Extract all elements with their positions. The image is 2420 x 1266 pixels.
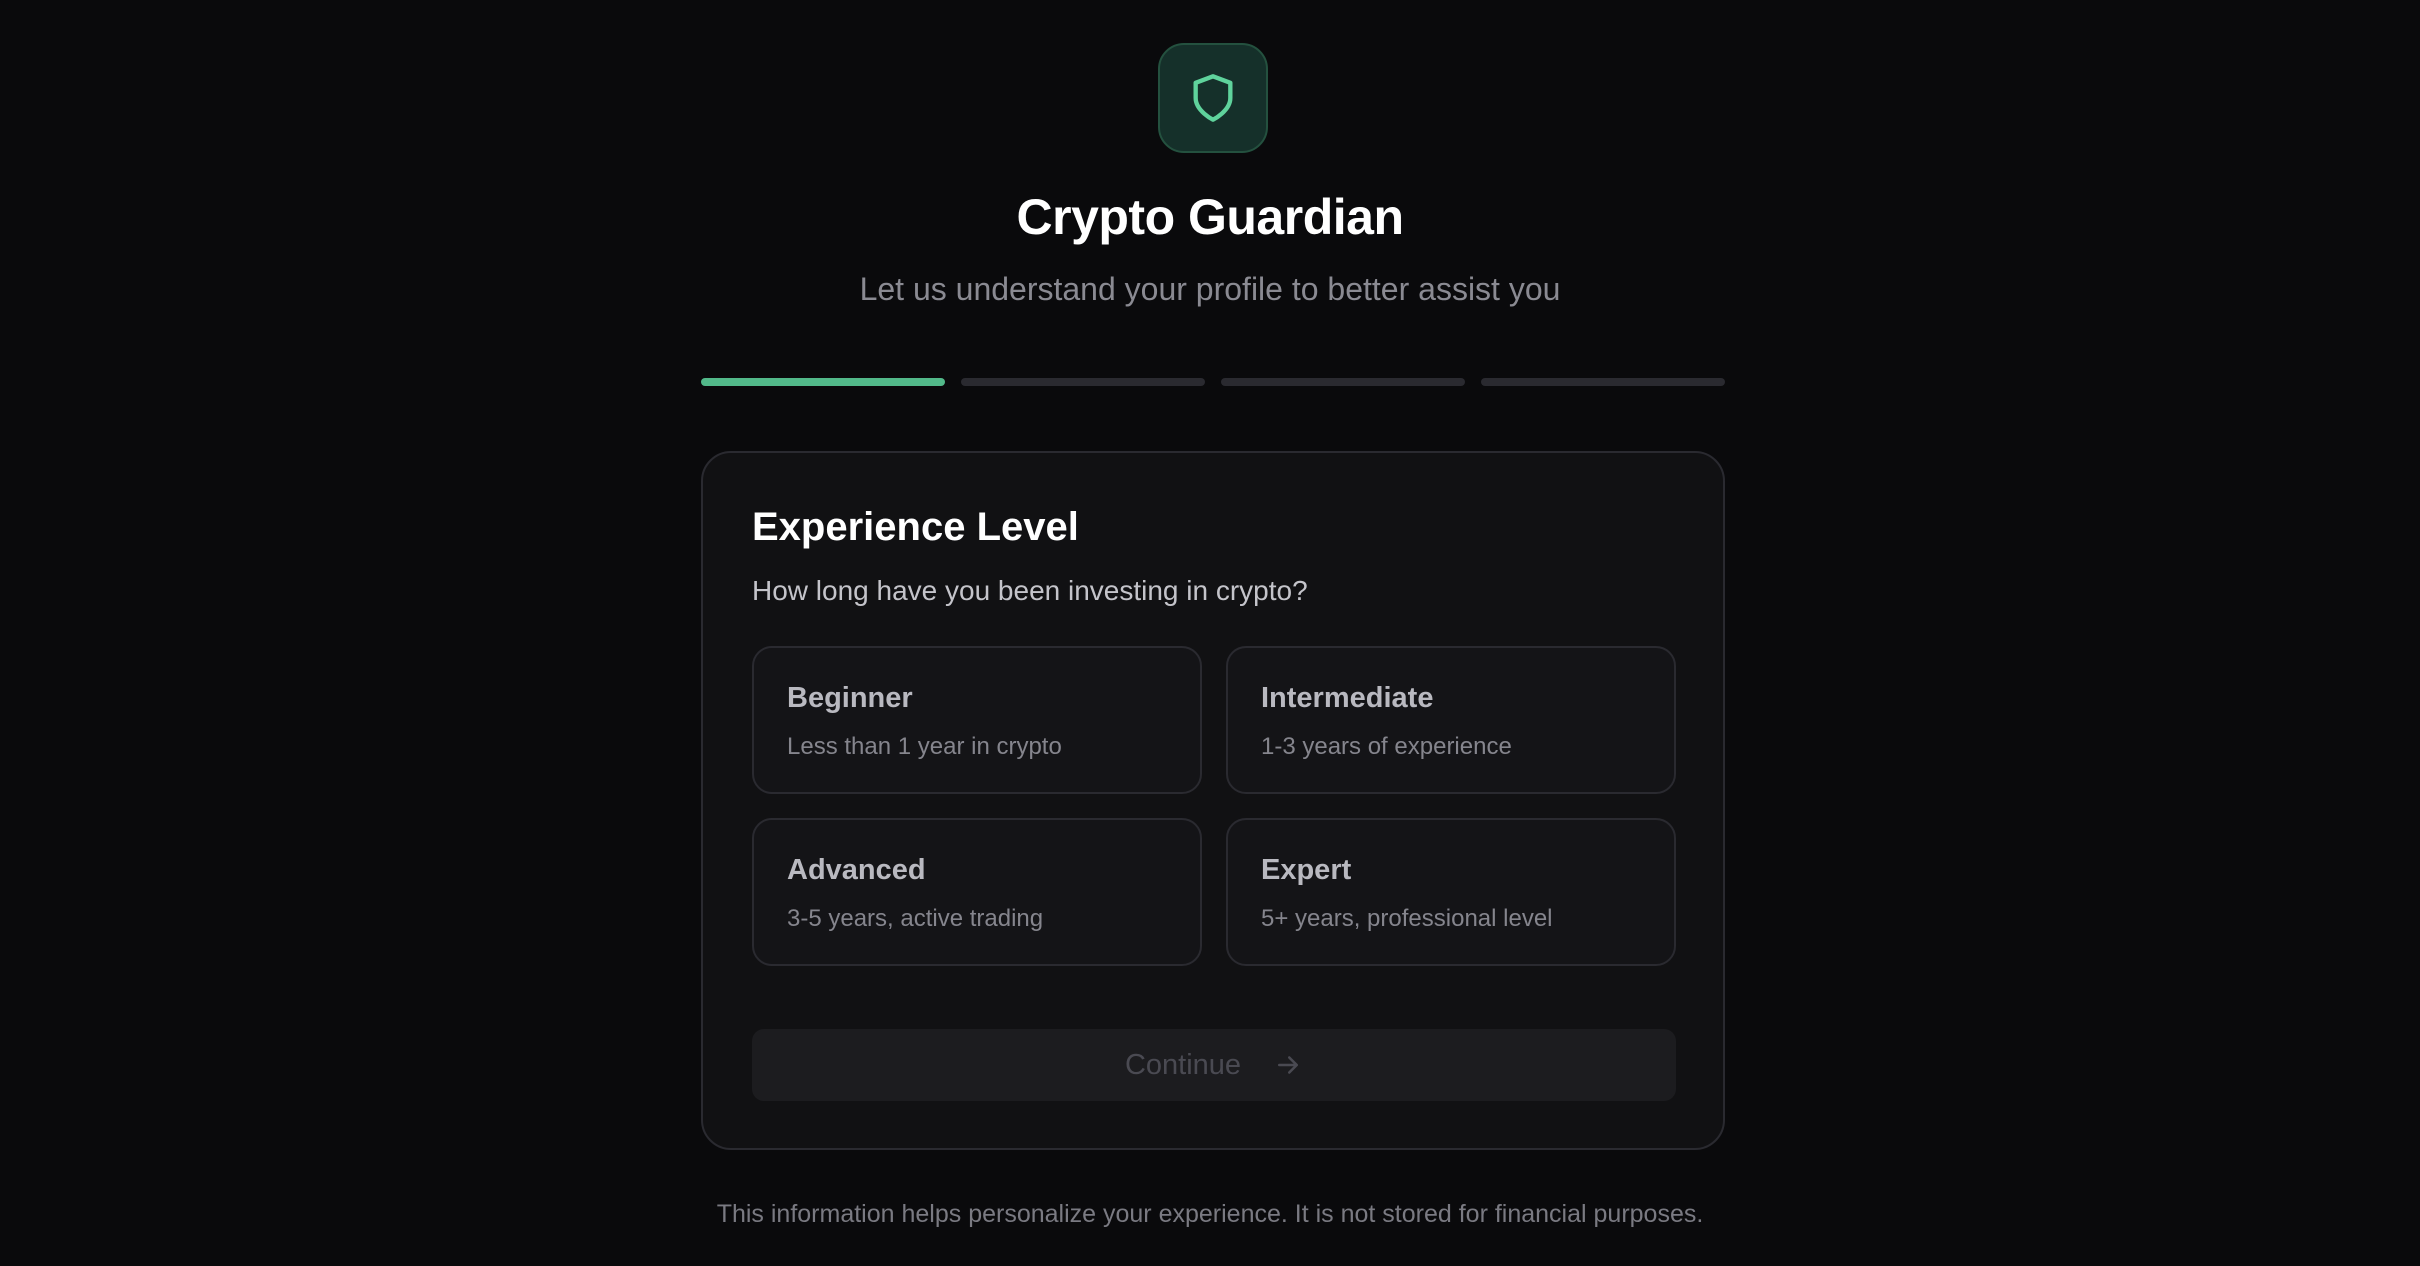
card-question: How long have you been investing in cryp… [752,575,1308,606]
progress-step-3 [1221,378,1465,386]
option-description: 3-5 years, active trading [787,905,1044,932]
logo [1158,43,1268,153]
option-title: Advanced [787,854,926,886]
footer-note: This information helps personalize your … [716,1200,1704,1228]
option-advanced[interactable]: Advanced 3-5 years, active trading [752,818,1202,966]
experience-card: Experience Level How long have you been … [701,451,1725,1150]
experience-options: Beginner Less than 1 year in crypto Inte… [752,646,1676,966]
onboarding-page: Crypto Guardian Let us understand your p… [0,0,2420,1266]
arrow-right-icon [1278,1056,1299,1074]
option-expert[interactable]: Expert 5+ years, professional level [1226,818,1676,966]
app-subtitle: Let us understand your profile to better… [859,271,1561,307]
option-description: Less than 1 year in crypto [787,733,1062,760]
option-intermediate[interactable]: Intermediate 1-3 years of experience [1226,646,1676,794]
progress-step-1 [701,378,945,386]
app-title: Crypto Guardian [1016,189,1404,245]
progress-step-2 [961,378,1205,386]
continue-button[interactable]: Continue [752,1029,1676,1101]
card-title: Experience Level [752,505,1079,549]
step-progress [701,378,1725,386]
progress-step-4 [1481,378,1725,386]
option-title: Intermediate [1261,682,1434,714]
option-description: 1-3 years of experience [1261,733,1512,760]
shield-icon [1193,74,1233,122]
option-title: Expert [1261,854,1352,886]
option-beginner[interactable]: Beginner Less than 1 year in crypto [752,646,1202,794]
option-description: 5+ years, professional level [1261,905,1553,932]
option-title: Beginner [787,682,913,714]
continue-label: Continue [1124,1048,1242,1081]
